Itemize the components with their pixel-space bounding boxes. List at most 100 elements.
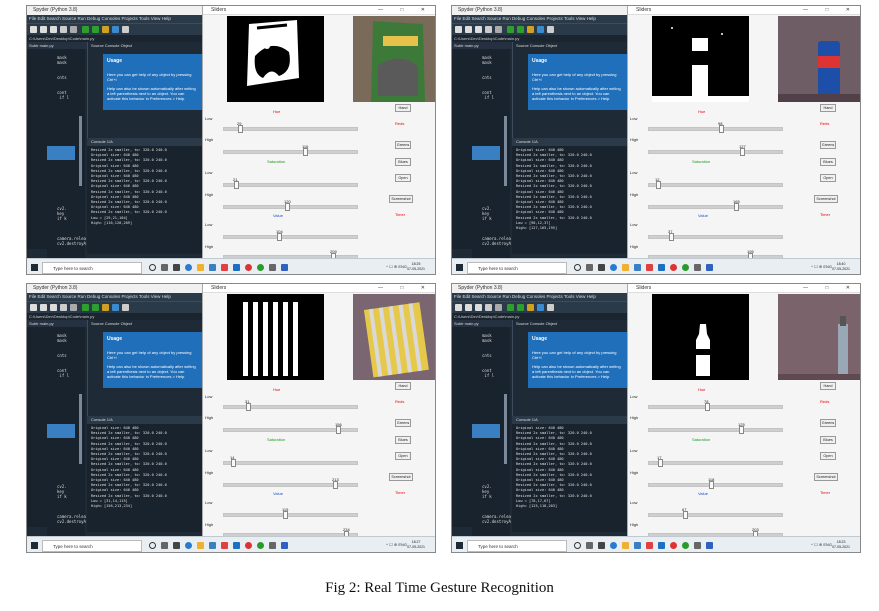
list-icon[interactable] [60, 304, 67, 311]
python-icon[interactable] [281, 264, 288, 271]
path-bar[interactable]: C:\Users\Dev\Desktop\Code\main.py [452, 313, 627, 320]
console-tab[interactable]: Console 1/A [512, 138, 627, 146]
open-file-icon[interactable] [465, 304, 472, 311]
hand-button[interactable]: Hand [395, 104, 411, 112]
slider-thumb[interactable] [669, 233, 674, 241]
pen-icon[interactable] [269, 264, 276, 271]
sat-high-slider[interactable] [648, 481, 783, 489]
taskbar-search-box[interactable]: Type here to search [467, 540, 567, 552]
opera-icon[interactable] [670, 264, 677, 271]
path-bar[interactable]: C:\Users\Dev\Desktop\Code\main.py [27, 35, 202, 42]
word-icon[interactable] [233, 542, 240, 549]
pen-icon[interactable] [694, 264, 701, 271]
path-bar[interactable]: C:\Users\Dev\Desktop\Code\main.py [452, 35, 627, 42]
save-icon[interactable] [50, 304, 57, 311]
debug-icon[interactable] [112, 26, 119, 33]
console-output[interactable]: Resized 2x smaller, to: 320.0 240.0 Orig… [87, 146, 202, 254]
save-icon[interactable] [475, 26, 482, 33]
screenshot-button[interactable]: Screenshot [814, 473, 838, 481]
val-low-slider[interactable] [648, 511, 783, 519]
spyder-menu-bar[interactable]: File Edit Search Source Run Debug Consol… [27, 293, 202, 301]
windows-start-icon[interactable] [31, 264, 38, 271]
val-low-slider[interactable] [223, 511, 358, 519]
photos-icon[interactable] [209, 542, 216, 549]
blues-button[interactable]: Blues [395, 436, 411, 444]
step-icon[interactable] [547, 26, 554, 33]
chrome-icon[interactable] [646, 542, 653, 549]
reds-button[interactable]: Reds [820, 121, 829, 126]
spyder-menu-bar[interactable]: File Edit Search Source Run Debug Consol… [27, 15, 202, 23]
open-file-icon[interactable] [40, 304, 47, 311]
hue-high-slider[interactable] [648, 426, 783, 434]
sat-low-slider[interactable] [648, 459, 783, 467]
list-icon[interactable] [485, 26, 492, 33]
edge-icon[interactable] [185, 264, 192, 271]
timer-button[interactable]: Timer [820, 490, 830, 495]
console-output[interactable]: Original size: 640 480 Resized 2x smalle… [87, 424, 202, 532]
explorer-icon[interactable] [197, 542, 204, 549]
spyder-icon[interactable] [682, 542, 689, 549]
new-file-icon[interactable] [30, 304, 37, 311]
spyder-menu-bar[interactable]: File Edit Search Source Run Debug Consol… [452, 293, 627, 301]
slider-thumb[interactable] [277, 233, 282, 241]
task-view-icon[interactable] [161, 264, 168, 271]
word-icon[interactable] [233, 264, 240, 271]
run-cell-advance-icon[interactable] [527, 304, 534, 311]
hand-button[interactable]: Hand [820, 104, 836, 112]
window-controls[interactable]: — □ ✕ [378, 6, 433, 15]
editor-scrollbar[interactable] [504, 116, 507, 186]
debug-icon[interactable] [537, 304, 544, 311]
editor-scrollbar[interactable] [504, 394, 507, 464]
step-icon[interactable] [122, 304, 129, 311]
taskbar-search-box[interactable]: Type here to search [42, 540, 142, 552]
system-tray[interactable]: ^ ☐ ⊕ ENG [386, 264, 407, 269]
python-icon[interactable] [706, 542, 713, 549]
opera-icon[interactable] [245, 264, 252, 271]
timer-button[interactable]: Timer [395, 212, 405, 217]
val-low-slider[interactable] [648, 233, 783, 241]
help-pane-tabs[interactable]: Source Console Object [88, 320, 203, 327]
run-cell-icon[interactable] [517, 304, 524, 311]
run-cell-icon[interactable] [517, 26, 524, 33]
screenshot-button[interactable]: Screenshot [389, 195, 413, 203]
screenshot-button[interactable]: Screenshot [814, 195, 838, 203]
run-cell-advance-icon[interactable] [102, 26, 109, 33]
val-low-slider[interactable] [223, 233, 358, 241]
greens-button[interactable]: Greens [395, 419, 411, 427]
open-button[interactable]: Open [395, 452, 411, 460]
new-file-icon[interactable] [455, 304, 462, 311]
slider-thumb[interactable] [285, 203, 290, 211]
explorer-icon[interactable] [197, 264, 204, 271]
list-icon[interactable] [60, 26, 67, 33]
chrome-icon[interactable] [221, 542, 228, 549]
console-output[interactable]: Original size: 640 480 Resized 2x smalle… [512, 424, 627, 532]
timer-button[interactable]: Timer [820, 212, 830, 217]
greens-button[interactable]: Greens [820, 141, 836, 149]
windows-start-icon[interactable] [31, 542, 38, 549]
sat-high-slider[interactable] [648, 203, 783, 211]
task-view-icon[interactable] [586, 264, 593, 271]
photos-icon[interactable] [209, 264, 216, 271]
spyder-icon[interactable] [682, 264, 689, 271]
step-icon[interactable] [547, 304, 554, 311]
settings-icon[interactable] [70, 304, 77, 311]
editor-code-bottom[interactable]: cv2. key if k camera.relea cv2.destroyA [47, 206, 86, 258]
timer-button[interactable]: Timer [395, 490, 405, 495]
chrome-icon[interactable] [646, 264, 653, 271]
store-icon[interactable] [598, 542, 605, 549]
edge-icon[interactable] [185, 542, 192, 549]
windows-start-icon[interactable] [456, 542, 463, 549]
system-tray[interactable]: ^ ☐ ⊕ ENG [811, 542, 832, 547]
hand-button[interactable]: Hand [395, 382, 411, 390]
store-icon[interactable] [173, 542, 180, 549]
reds-button[interactable]: Reds [820, 399, 829, 404]
photos-icon[interactable] [634, 264, 641, 271]
slider-thumb[interactable] [734, 203, 739, 211]
slider-thumb[interactable] [719, 125, 724, 133]
slider-thumb[interactable] [303, 148, 308, 156]
debug-icon[interactable] [537, 26, 544, 33]
run-cell-icon[interactable] [92, 304, 99, 311]
slider-thumb[interactable] [231, 459, 236, 467]
opera-icon[interactable] [670, 542, 677, 549]
blues-button[interactable]: Blues [395, 158, 411, 166]
